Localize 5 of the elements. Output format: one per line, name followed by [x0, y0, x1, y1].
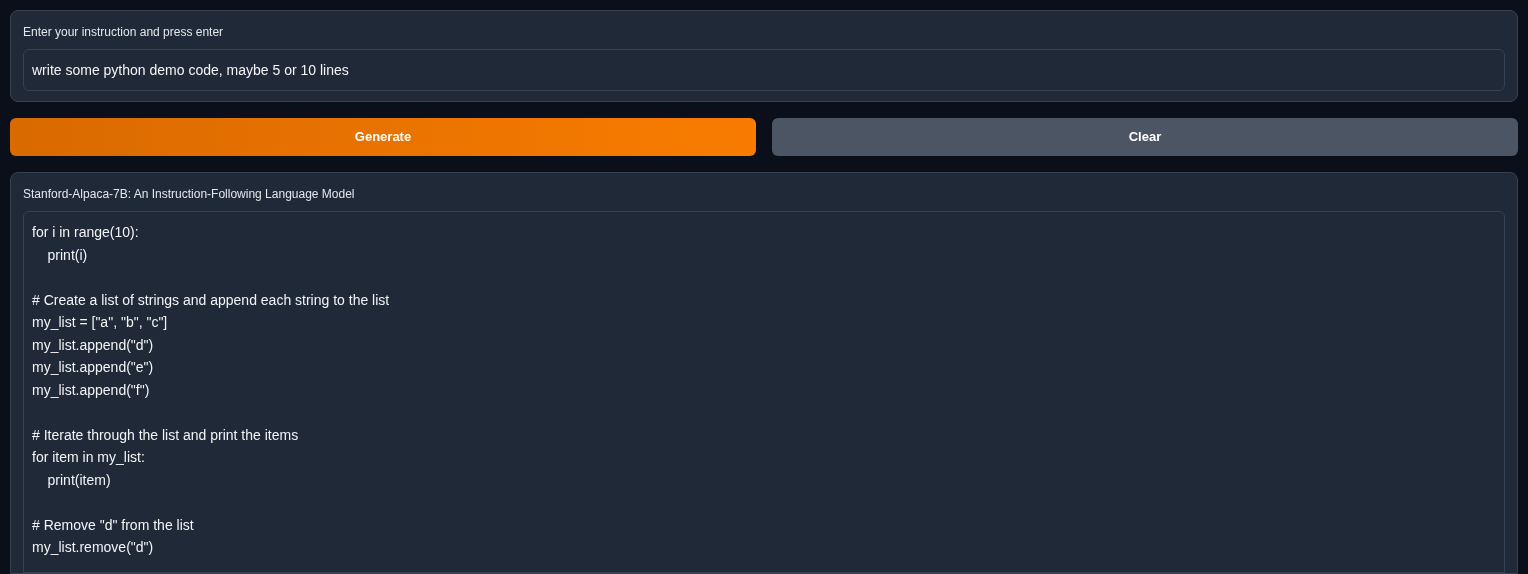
input-field[interactable]: write some python demo code, maybe 5 or 10 lines [23, 49, 1505, 91]
output-box[interactable]: for i in range(10): print(i) # Create a list of strings and append each string to the list my_list = ["a", "b", "c"] my_list.append("d") my_list.append("e") my_list.append("f") # Iterate through the list and print the items for item in my_list: print(item) # Remove "d" from the list my_list.remove("d") [23, 211, 1505, 573]
clear-button[interactable]: Clear [772, 118, 1518, 156]
field-label: Enter your instruction and press enter [23, 24, 225, 41]
field-label: Stanford-Alpaca-7B: An Instruction-Following Language Model [23, 186, 356, 203]
